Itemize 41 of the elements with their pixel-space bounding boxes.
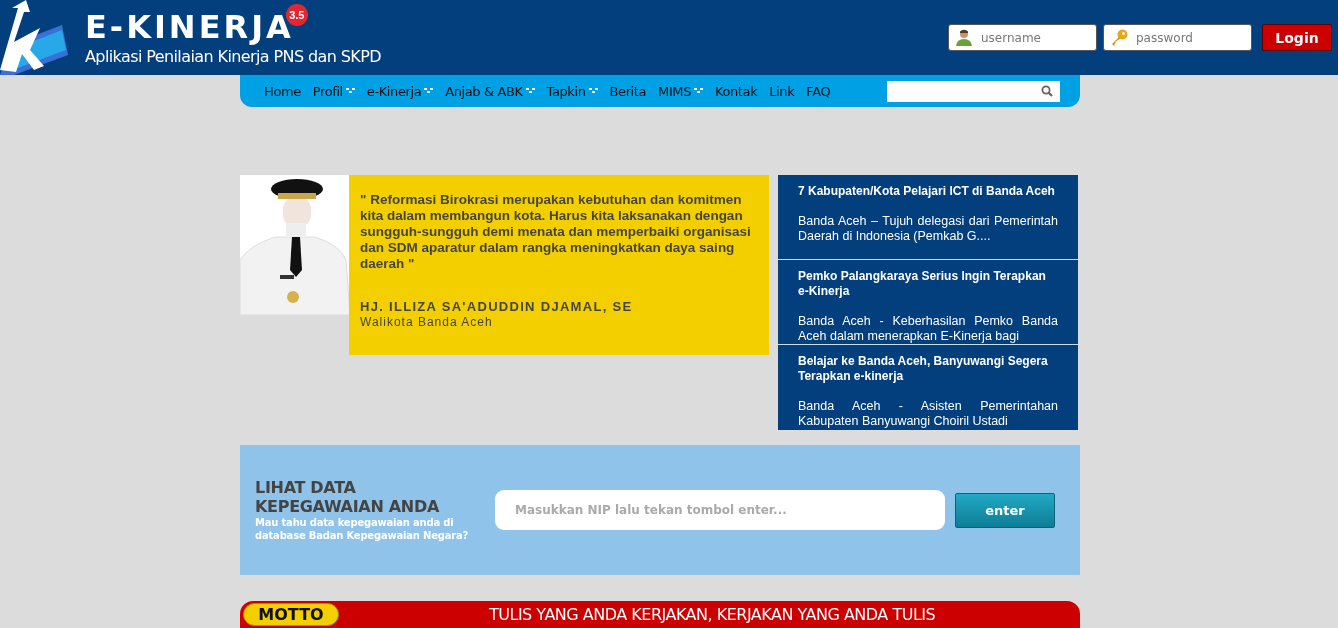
nip-input-field[interactable]: Masukkan NIP lalu tekan tombol enter... (495, 490, 945, 530)
dropdown-icon (694, 88, 703, 94)
nav-link[interactable]: Kontak (709, 83, 764, 99)
nav-link[interactable]: Link (763, 83, 801, 99)
version-badge: 3.5 (285, 3, 308, 26)
nav-link[interactable]: Tapkin (540, 83, 604, 99)
nav-link[interactable]: e-Kinerja (360, 83, 440, 99)
author-name: HJ. ILLIZA SA'ADUDDIN DJAMAL, SE (360, 299, 634, 314)
quote-text: " Reformasi Birokrasi merupakan kebutuhan dan komitmen kita dalam membangun kota. Harus kita laksanakan dengan sungguh-sungguh demi menata dan memperbaiki organisasi dan SDM aparatur dalam rangka meningkatkan daya saing daerah " (360, 192, 752, 272)
news-item[interactable]: 7 Kabupaten/Kota Pelajari ICT di Banda Aceh Banda Aceh – Tujuh delegasi dari Pemerintah Daerah di Indonesia (Pemkab G.... (778, 175, 1078, 260)
news-item[interactable]: Belajar ke Banda Aceh, Banyuwangi Segera Terapkan e-kinerja Banda Aceh - Asisten Pemerintahan Kabupaten Banyuwangi Choiril Ustadi (778, 345, 1078, 430)
section-heading: LIHAT DATA KEPEGAWAIAN ANDA (255, 478, 441, 516)
nav-link[interactable]: FAQ (800, 83, 837, 99)
k-arrow-logo-icon (0, 0, 70, 75)
nav-link[interactable]: Profil (306, 83, 361, 99)
dropdown-icon (525, 88, 535, 94)
dropdown-icon (424, 88, 434, 94)
username-field[interactable]: username (948, 24, 1097, 51)
author-role: Walikota Banda Aceh (360, 315, 494, 329)
motto-label: MOTTO (243, 603, 339, 626)
nav-link[interactable]: Berita (603, 83, 653, 99)
nav-link[interactable]: MIMS (652, 83, 709, 99)
news-excerpt: Banda Aceh - Keberhasilan Pemko Banda Aceh dalam menerapkan E-Kinerja bagi (798, 314, 1058, 344)
app-subtitle: Aplikasi Penilaian Kinerja PNS dan SKPD (85, 46, 381, 66)
dropdown-icon (588, 88, 598, 94)
news-title[interactable]: Pemko Palangkaraya Serius Ingin Terapkan e-Kinerja (798, 269, 1058, 299)
section-subtitle: Mau tahu data kepegawaian anda di database Badan Kepegawaian Negara? (255, 516, 470, 542)
search-icon (1041, 85, 1053, 97)
news-item[interactable]: Pemko Palangkaraya Serius Ingin Terapkan e-Kinerja Banda Aceh - Keberhasilan Pemko Banda Aceh dalam menerapkan E-Kinerja bagi (778, 260, 1078, 345)
enter-button[interactable]: enter (955, 492, 1055, 528)
motto-text: TULIS YANG ANDA KERJAKAN, KERJAKAN YANG ANDA TULIS (489, 605, 936, 624)
dropdown-icon (345, 88, 355, 94)
news-excerpt: Banda Aceh - Asisten Pemerintahan Kabupaten Banyuwangi Choiril Ustadi (798, 399, 1058, 429)
news-title[interactable]: Belajar ke Banda Aceh, Banyuwangi Segera Terapkan e-kinerja (798, 354, 1058, 384)
search-field[interactable] (887, 80, 1060, 102)
news-title[interactable]: 7 Kabupaten/Kota Pelajari ICT di Banda Aceh (798, 184, 1058, 199)
nav-link[interactable]: Home (258, 83, 307, 99)
nav-link[interactable]: Anjab & ABK (439, 83, 541, 99)
password-field[interactable]: password (1103, 24, 1252, 51)
news-excerpt: Banda Aceh – Tujuh delegasi dari Pemerintah Daerah di Indonesia (Pemkab G.... (798, 214, 1058, 244)
login-button[interactable]: Login (1262, 24, 1332, 51)
